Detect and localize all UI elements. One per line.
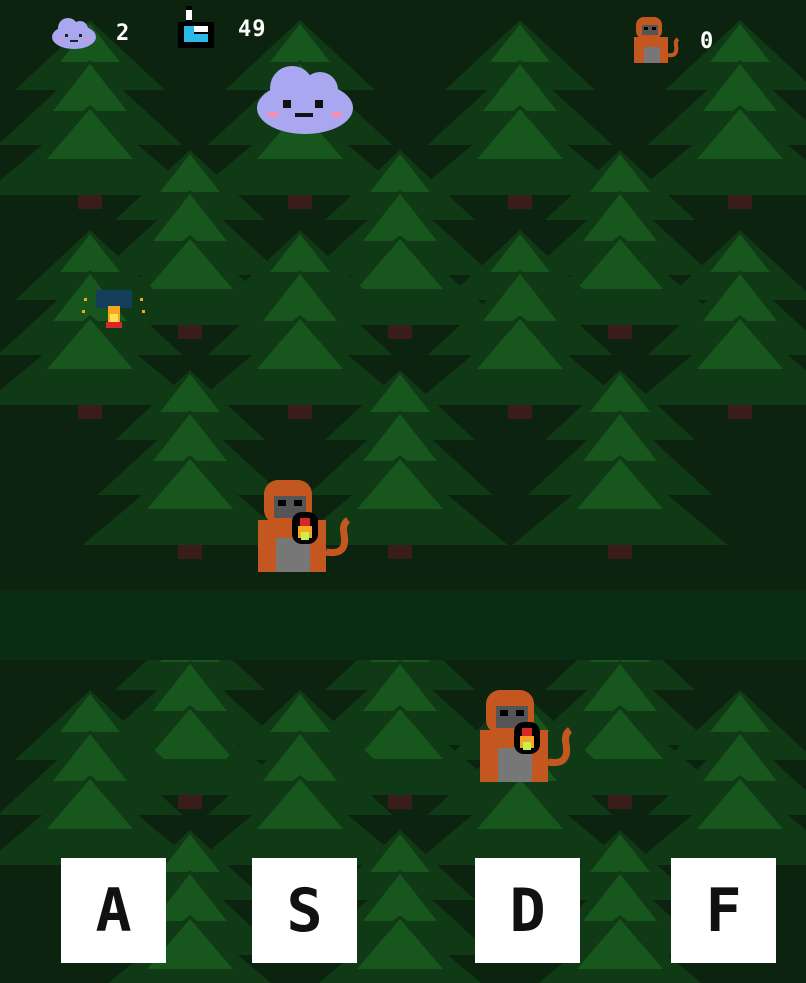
- lives-count: 2: [116, 20, 131, 46]
- player-cloud: [257, 66, 353, 134]
- monkey-with-torch-icon: [480, 690, 573, 782]
- pine-forest-background: [0, 20, 806, 983]
- game-stage: 2 49 0 A S D F: [0, 0, 806, 983]
- key-d-button[interactable]: D: [475, 858, 580, 963]
- campfire: [82, 290, 145, 328]
- monkey-icon: [634, 17, 680, 63]
- cloud-icon: [257, 66, 353, 134]
- timer-counter: 49: [172, 6, 267, 52]
- cloud-icon: [52, 18, 96, 49]
- fire-monkey-enemy: [480, 690, 573, 782]
- monkeys-count: 0: [700, 28, 715, 54]
- monkey-with-torch-icon: [258, 480, 351, 572]
- campfire-icon: [82, 290, 145, 328]
- lives-counter: 2: [50, 15, 130, 51]
- key-f-button[interactable]: F: [671, 858, 776, 963]
- timer-count: 49: [238, 16, 267, 42]
- key-a-button[interactable]: A: [61, 858, 166, 963]
- monkeys-counter: 0: [630, 15, 714, 67]
- hourglass-icon: [178, 6, 214, 48]
- key-s-button[interactable]: S: [252, 858, 357, 963]
- forest-clearing: [0, 590, 806, 660]
- fire-monkey-enemy: [258, 480, 351, 572]
